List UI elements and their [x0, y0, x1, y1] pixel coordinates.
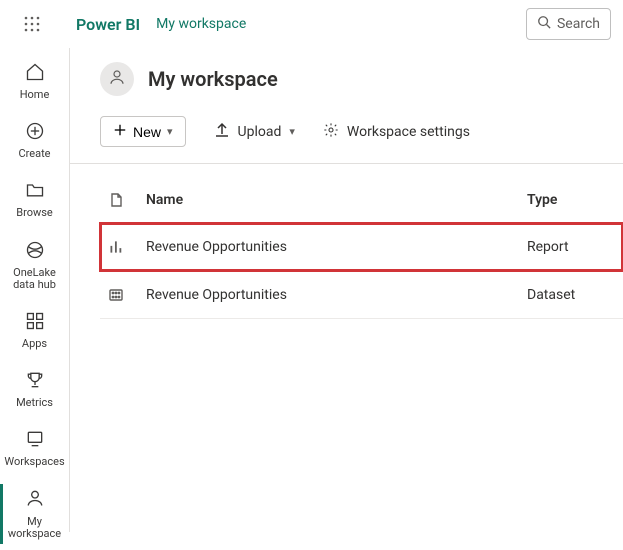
table-header: Name Type	[100, 192, 623, 223]
upload-label: Upload	[238, 124, 282, 140]
column-name[interactable]: Name	[146, 192, 527, 208]
rail-apps[interactable]: Apps	[0, 301, 69, 360]
search-box[interactable]: Search	[526, 8, 611, 40]
folder-icon	[25, 180, 45, 203]
person-icon	[25, 488, 45, 511]
rail-label: My workspace	[2, 516, 67, 540]
rail-workspaces[interactable]: Workspaces	[0, 419, 69, 478]
dataset-icon	[100, 287, 146, 303]
rail-label: OneLake data hub	[2, 267, 67, 291]
rail-label: Browse	[16, 207, 53, 219]
rail-label: Workspaces	[4, 456, 64, 468]
rail-my-workspace[interactable]: My workspace	[0, 478, 69, 549]
row-name: Revenue Opportunities	[146, 239, 527, 255]
new-button[interactable]: New ▾	[100, 116, 186, 147]
rail-datahub[interactable]: OneLake data hub	[0, 230, 69, 301]
new-label: New	[133, 124, 161, 140]
rail-label: Apps	[22, 338, 47, 350]
person-icon	[108, 68, 126, 90]
trophy-icon	[25, 370, 45, 393]
workspace-header: My workspace	[100, 56, 623, 110]
row-type: Dataset	[527, 287, 617, 303]
upload-button[interactable]: Upload ▾	[214, 122, 295, 142]
rail-home[interactable]: Home	[0, 52, 69, 111]
plus-circle-icon	[25, 121, 45, 144]
report-icon	[100, 238, 146, 256]
search-label: Search	[557, 16, 600, 32]
breadcrumb[interactable]: My workspace	[156, 16, 246, 32]
home-icon	[25, 62, 45, 85]
apps-icon	[25, 311, 45, 334]
rail-browse[interactable]: Browse	[0, 170, 69, 229]
toolbar: New ▾ Upload ▾	[100, 110, 623, 163]
onelake-icon	[25, 240, 45, 263]
search-icon	[537, 15, 551, 33]
chevron-down-icon: ▾	[167, 125, 173, 138]
main: My workspace New ▾	[70, 48, 623, 532]
column-icon[interactable]	[100, 192, 146, 208]
items-table: Name Type Revenue Opportunities Report	[100, 164, 623, 319]
row-name: Revenue Opportunities	[146, 287, 527, 303]
rail-label: Home	[20, 89, 50, 101]
settings-label: Workspace settings	[347, 124, 470, 140]
rail-metrics[interactable]: Metrics	[0, 360, 69, 419]
content: Home Create Browse O	[0, 48, 623, 532]
plus-icon	[113, 123, 127, 140]
workspace-settings-button[interactable]: Workspace settings	[323, 122, 470, 142]
rail-label: Metrics	[16, 397, 53, 409]
table-row[interactable]: Revenue Opportunities Dataset	[100, 271, 623, 319]
rail-label: Create	[18, 148, 50, 160]
workspaces-icon	[25, 429, 45, 452]
workspace-avatar	[100, 62, 134, 96]
row-type: Report	[527, 239, 617, 255]
brand-label[interactable]: Power BI	[76, 15, 140, 34]
column-type[interactable]: Type	[527, 192, 617, 208]
chevron-down-icon: ▾	[289, 125, 295, 138]
upload-icon	[214, 122, 230, 142]
page-title: My workspace	[148, 67, 278, 91]
gear-icon	[323, 122, 339, 142]
topbar: Power BI My workspace Search	[0, 0, 623, 48]
app-launcher-icon[interactable]	[12, 0, 52, 48]
table-row[interactable]: Revenue Opportunities Report	[100, 223, 623, 271]
left-rail: Home Create Browse O	[0, 48, 70, 532]
rail-create[interactable]: Create	[0, 111, 69, 170]
